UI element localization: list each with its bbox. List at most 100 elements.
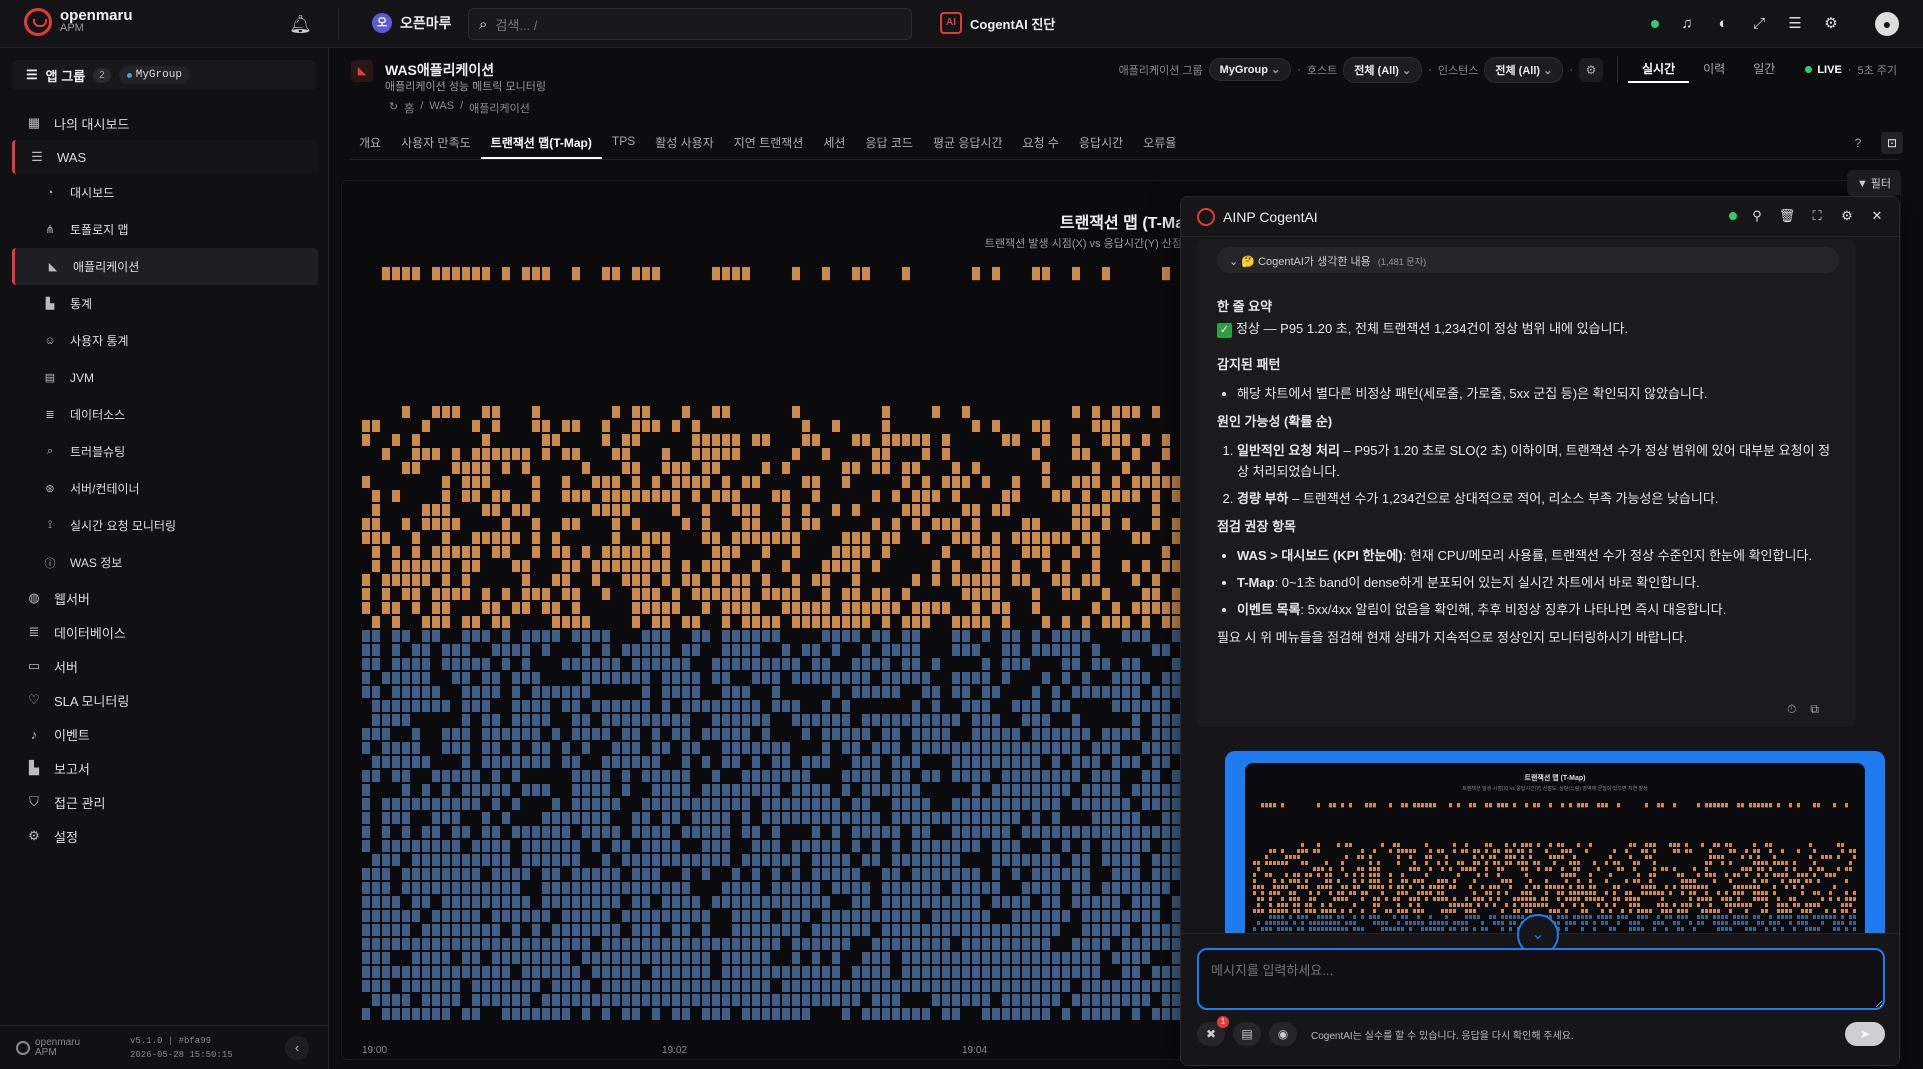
tab-2[interactable]: 트랜잭션 맵(T-Map) — [480, 126, 602, 159]
sidebar-item-15[interactable]: ▭ 서버 — [12, 649, 318, 683]
tab-8[interactable]: 평균 응답시간 — [923, 126, 1013, 159]
thinking-toggle[interactable]: ⌄ 🤔 CogentAI가 생각한 내용 (1,481 문자) — [1217, 247, 1839, 273]
ai-settings-icon[interactable]: ⚙ — [1837, 205, 1857, 227]
breadcrumb-home[interactable]: 홈 — [404, 100, 414, 116]
search-placeholder[interactable]: 검색... / — [495, 15, 537, 34]
sidebar-item-20[interactable]: ⚙ 설정 — [12, 819, 318, 853]
tab-1[interactable]: 사용자 만족도 — [391, 126, 481, 159]
sidebar-item-8[interactable]: ≣ 데이터소스 — [12, 396, 318, 433]
cogent-diagnose-button[interactable]: AI CogentAI 진단 — [940, 12, 1055, 34]
tmap-cell-1826 — [982, 966, 990, 978]
sidebar-item-1[interactable]: ☰ WAS — [12, 140, 318, 174]
tmap-cell-394 — [492, 504, 500, 516]
sidebar-item-3[interactable]: ⋔ 토폴로지 맵 — [12, 211, 318, 248]
fullscreen-icon[interactable]: ⤢ — [1747, 12, 1771, 36]
sidebar-item-9[interactable]: ⌕ 트러블슈팅 — [12, 433, 318, 470]
tmap-cell-1157 — [752, 434, 760, 446]
tmap-cell-1782 — [972, 714, 980, 726]
tab-3[interactable]: TPS — [602, 126, 645, 159]
menu-icon[interactable]: ☰ — [1783, 12, 1807, 36]
expand-icon[interactable]: ⛶ — [1807, 205, 1827, 227]
tmap-cell-802 — [632, 728, 640, 740]
sidebar-item-13[interactable]: ◍ 웹서버 — [12, 581, 318, 615]
tab-7[interactable]: 응답 코드 — [855, 126, 923, 159]
tmap-cell-1173 — [752, 770, 760, 782]
sidebar-item-10[interactable]: ⊛ 서버/컨테이너 — [12, 470, 318, 507]
tmap-cell-191 — [422, 798, 430, 810]
tmap-cell-918 — [672, 476, 680, 488]
tab-10[interactable]: 응답시간 — [1069, 126, 1133, 159]
copy-icon[interactable]: ⧉ — [1810, 702, 1819, 717]
tab-9[interactable]: 요청 수 — [1013, 126, 1069, 159]
tmap-cell-1315 — [802, 882, 810, 894]
tmap-cell-766 — [622, 700, 630, 712]
alert-bell-icon[interactable]: ♫ — [1675, 12, 1699, 36]
sidebar-item-12[interactable]: ⓘ WAS 정보 — [12, 544, 318, 581]
tmap-cell-1206 — [762, 840, 770, 852]
sidebar-item-14[interactable]: ≣ 데이터베이스 — [12, 615, 318, 649]
tab-11[interactable]: 오류율 — [1133, 126, 1186, 159]
tab-4[interactable]: 활성 사용자 — [645, 126, 724, 159]
sidebar-item-11[interactable]: ⟟ 실시간 요청 모니터링 — [12, 507, 318, 544]
sidebar-item-16[interactable]: ♡ SLA 모니터링 — [12, 683, 318, 717]
filter-settings-icon[interactable]: ⚙ — [1579, 57, 1604, 82]
notification-bell-icon[interactable]: 🔔︎ — [289, 13, 312, 35]
tmap-cell-1015 — [702, 784, 710, 796]
sidebar-item-17[interactable]: ♪ 이벤트 — [12, 717, 318, 751]
tmap-cell-692 — [592, 966, 600, 978]
tmap-cell-1599 — [912, 434, 920, 446]
sidebar-item-4[interactable]: ◣ 애플리케이션 — [12, 248, 318, 285]
tmap-cell-433 — [502, 658, 510, 670]
mode-tab-realtime[interactable]: 실시간 — [1628, 56, 1690, 83]
pin-icon[interactable]: ⚲ — [1747, 205, 1767, 227]
tmap-cell-71 — [382, 798, 390, 810]
refresh-interval[interactable]: 5초 주기 — [1857, 62, 1897, 78]
user-avatar-icon[interactable]: ● — [1875, 12, 1899, 36]
mode-tab-history[interactable]: 이력 — [1689, 56, 1739, 83]
help-icon[interactable]: ? — [1847, 132, 1869, 154]
tab-0[interactable]: 개요 — [349, 126, 391, 159]
collapse-sidebar-button[interactable]: ‹ — [285, 1036, 309, 1060]
tmap-cell-1651 — [922, 868, 930, 880]
tab-5[interactable]: 지연 트랜잭션 — [724, 126, 814, 159]
tmap-cell-856 — [652, 532, 660, 544]
org-switcher[interactable]: 오 오픈마루 — [372, 13, 452, 33]
instance-filter-select[interactable]: 전체 (All) — [1484, 56, 1564, 83]
tmap-cell-1221 — [772, 630, 780, 642]
close-icon[interactable]: ✕ — [1867, 205, 1887, 227]
sidebar-item-2[interactable]: ◔ 대시보드 — [12, 174, 318, 211]
mode-tab-daily[interactable]: 일간 — [1739, 56, 1789, 83]
sidebar-item-7[interactable]: ▤ JVM — [12, 359, 318, 396]
ai-analyze-icon[interactable]: ⊡ — [1881, 132, 1903, 154]
tmap-cell-1008 — [702, 560, 710, 572]
global-search[interactable]: ⌕ 검색... / — [468, 8, 912, 40]
trash-icon[interactable]: 🗑︎ — [1777, 205, 1797, 227]
tmap-cell-1255 — [782, 756, 790, 768]
timer-icon[interactable]: ⏱ — [1787, 702, 1796, 717]
sidebar-item-6[interactable]: ☺ 사용자 통계 — [12, 322, 318, 359]
ai-status-dot — [1729, 212, 1737, 220]
tmap-cell-2262 — [1142, 770, 1150, 782]
group-filter-select[interactable]: MyGroup — [1208, 58, 1292, 81]
tmap-cell-941 — [672, 980, 680, 992]
host-filter-select[interactable]: 전체 (All) — [1343, 56, 1423, 83]
tmap-cell-1144 — [742, 812, 750, 824]
sidebar-item-5[interactable]: ▙ 통계 — [12, 285, 318, 322]
tmap-cell-1794 — [972, 896, 980, 908]
sidebar-item-0[interactable]: ▦ 나의 대시보드 — [12, 106, 318, 140]
breadcrumb-was[interactable]: WAS — [429, 100, 454, 116]
tmap-cell-1131 — [742, 602, 750, 614]
tmap-cell-389 — [482, 994, 490, 1006]
refresh-icon[interactable]: ↻ — [389, 100, 398, 116]
brand-logo[interactable]: openmaru APM — [24, 8, 133, 36]
app-group-selector[interactable]: ☰ 앱 그룹 2 MyGroup — [12, 60, 316, 90]
tmap-cell-1402 — [832, 994, 840, 1006]
sidebar-item-19[interactable]: ⛉ 접근 관리 — [12, 785, 318, 819]
chart-filter-button[interactable]: ▼ 필터 — [1846, 170, 1901, 196]
settings-gear-icon[interactable]: ⚙ — [1819, 12, 1843, 36]
tab-6[interactable]: 세션 — [813, 126, 855, 159]
theme-toggle-icon[interactable]: ◐ — [1711, 12, 1735, 36]
tmap-cell-1895 — [1012, 700, 1020, 712]
sidebar-item-18[interactable]: ▙ 보고서 — [12, 751, 318, 785]
app-group-chip[interactable]: MyGroup — [118, 66, 190, 84]
